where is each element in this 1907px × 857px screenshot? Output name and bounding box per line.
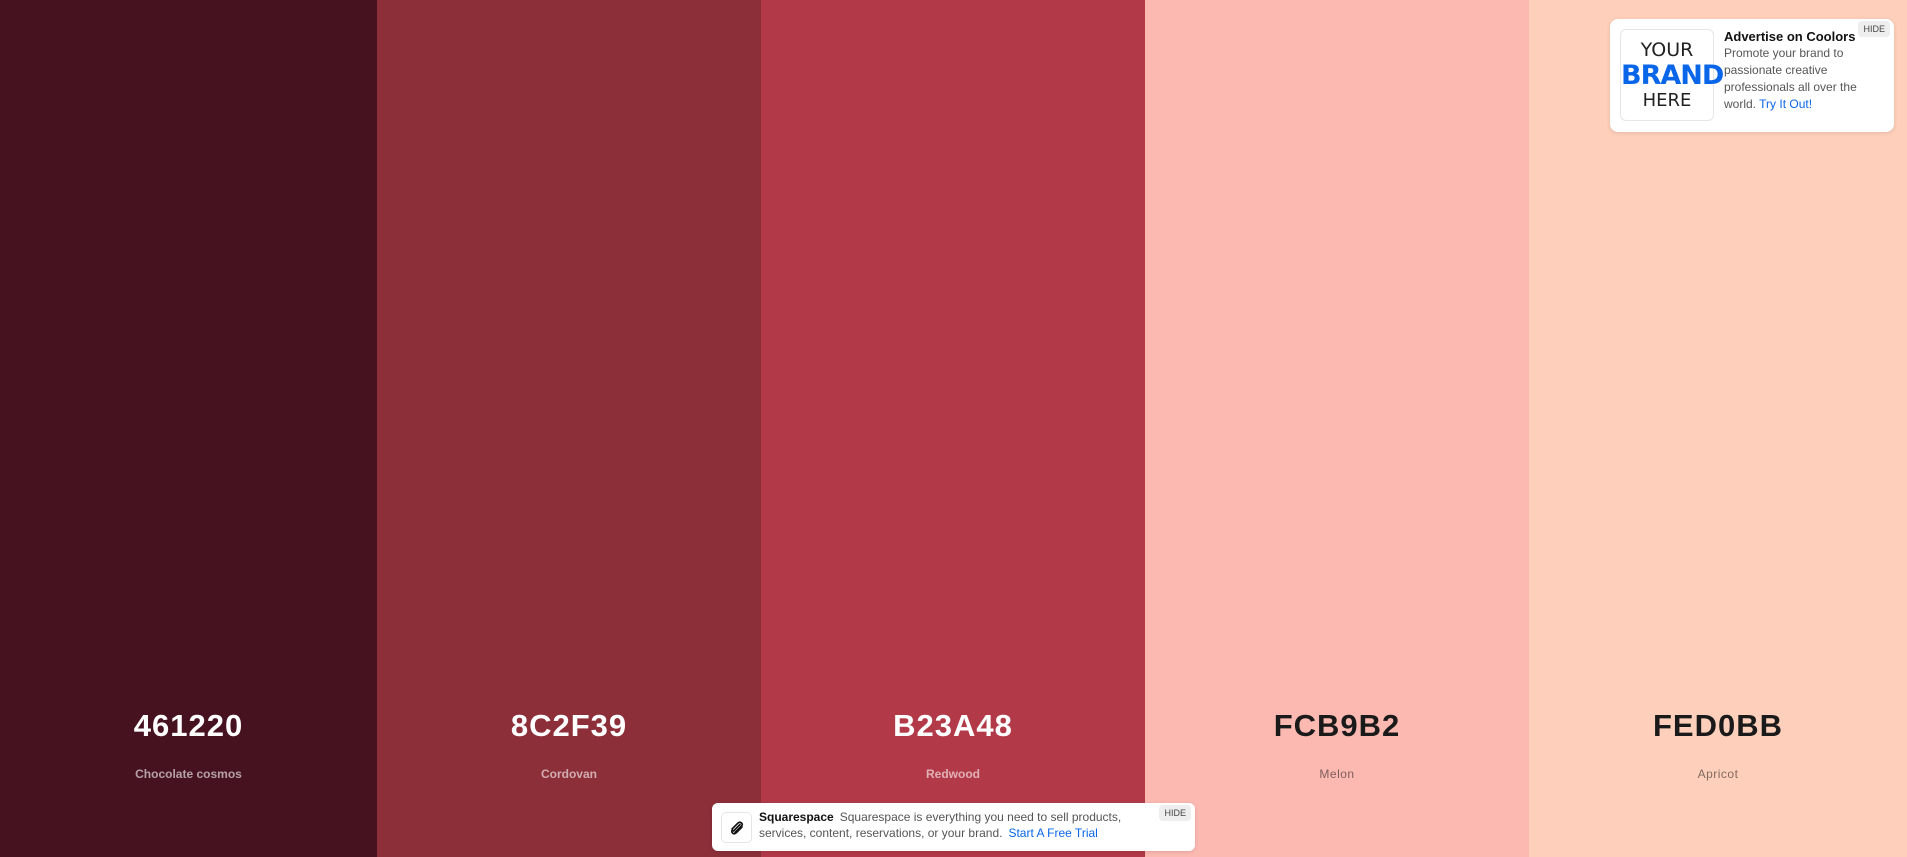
swatch-hex[interactable]: 8C2F39 — [377, 708, 761, 744]
hide-banner-button[interactable]: HIDE — [1159, 805, 1191, 821]
swatch-name[interactable]: Chocolate cosmos — [0, 767, 377, 781]
swatch-melon[interactable]: FCB9B2 Melon — [1145, 0, 1529, 857]
swatch-hex[interactable]: FCB9B2 — [1145, 708, 1529, 744]
advertise-card[interactable]: YOUR BRAND HERE Advertise on Coolors Pro… — [1610, 19, 1894, 132]
swatch-name[interactable]: Cordovan — [377, 767, 761, 781]
swatch-hex[interactable]: 461220 — [0, 708, 377, 744]
logo-line-2: BRAND — [1621, 60, 1724, 91]
ad-body: Promote your brand to passionate creativ… — [1724, 45, 1884, 113]
squarespace-banner[interactable]: Squarespace Squarespace is everything you… — [712, 803, 1195, 851]
swatch-name[interactable]: Apricot — [1529, 767, 1907, 781]
hide-ad-button[interactable]: HIDE — [1858, 21, 1890, 37]
swatch-cordovan[interactable]: 8C2F39 Cordovan — [377, 0, 761, 857]
squarespace-logo-icon[interactable] — [721, 812, 752, 843]
swatch-chocolate-cosmos[interactable]: 461220 Chocolate cosmos — [0, 0, 377, 857]
banner-text: Squarespace Squarespace is everything you… — [759, 809, 1159, 841]
brand-placeholder-logo[interactable]: YOUR BRAND HERE — [1620, 29, 1724, 121]
swatch-hex[interactable]: B23A48 — [761, 708, 1145, 744]
logo-line-1: YOUR — [1640, 39, 1694, 61]
swatch-name[interactable]: Redwood — [761, 767, 1145, 781]
banner-brand: Squarespace — [759, 810, 834, 824]
ad-text: Advertise on Coolors Promote your brand … — [1724, 28, 1884, 113]
swatch-name[interactable]: Melon — [1145, 767, 1529, 781]
start-free-trial-link[interactable]: Start A Free Trial — [1008, 826, 1097, 840]
logo-line-3: HERE — [1642, 90, 1692, 111]
try-it-out-link[interactable]: Try It Out! — [1759, 97, 1812, 111]
swatch-redwood[interactable]: B23A48 Redwood — [761, 0, 1145, 857]
swatch-hex[interactable]: FED0BB — [1529, 708, 1907, 744]
